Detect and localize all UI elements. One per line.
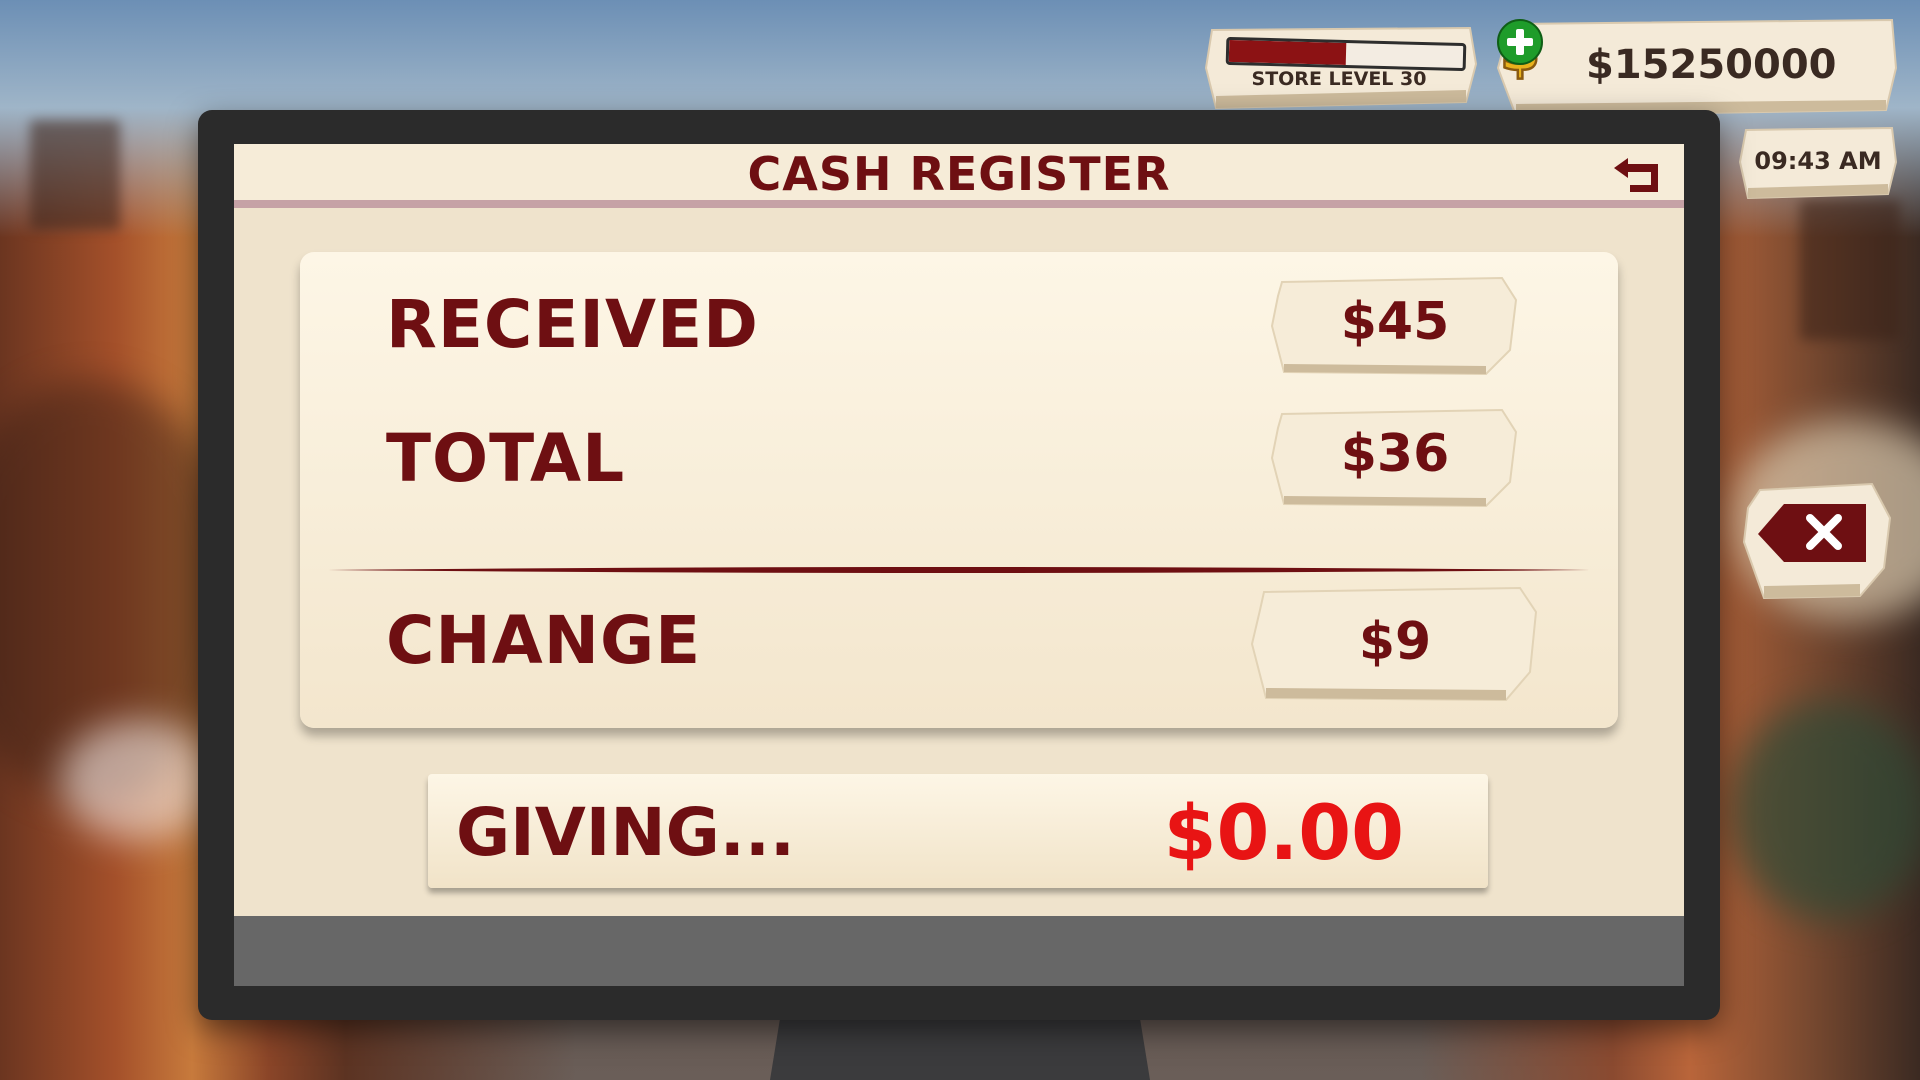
change-label: CHANGE [386, 602, 702, 679]
change-value: $9 [1358, 612, 1432, 672]
background-window [1800, 200, 1900, 340]
received-value-tag: $45 [1270, 276, 1520, 376]
total-value: $36 [1340, 424, 1450, 484]
giving-amount: $0.00 [1163, 788, 1404, 877]
cash-register-monitor: CASH REGISTER RECEIVED $45 TOTAL $36 CHA… [198, 110, 1720, 1020]
back-button[interactable] [1608, 148, 1668, 198]
monitor-stand [770, 1010, 1150, 1080]
background-car [60, 720, 220, 840]
page-title: CASH REGISTER [747, 147, 1171, 201]
received-value: $45 [1340, 292, 1450, 352]
store-level-panel: STORE LEVEL 30 [1204, 26, 1478, 110]
divider-line [328, 567, 1590, 573]
background-bench [1730, 700, 1920, 920]
clock-time: 09:43 AM [1754, 147, 1882, 175]
money-panel: $ $15250000 [1496, 18, 1900, 118]
background-window [30, 120, 120, 230]
received-label: RECEIVED [386, 286, 759, 363]
time-panel: 09:43 AM [1738, 126, 1898, 200]
giving-box: GIVING... $0.00 [428, 774, 1488, 888]
total-label: TOTAL [386, 420, 626, 497]
screen-bottom-bar [234, 916, 1684, 986]
add-money-button[interactable] [1496, 18, 1544, 66]
giving-label: GIVING... [456, 794, 795, 871]
cash-register-screen: CASH REGISTER RECEIVED $45 TOTAL $36 CHA… [234, 144, 1684, 986]
summary-card: RECEIVED $45 TOTAL $36 CHANGE $9 [300, 252, 1618, 728]
back-arrow-icon [1614, 158, 1658, 192]
change-value-tag: $9 [1250, 586, 1540, 710]
store-level-progress-fill [1228, 39, 1347, 65]
store-level-label: STORE LEVEL 30 [1251, 68, 1427, 90]
money-amount: $15250000 [1586, 42, 1837, 88]
clear-button[interactable] [1742, 482, 1892, 602]
total-value-tag: $36 [1270, 408, 1520, 508]
